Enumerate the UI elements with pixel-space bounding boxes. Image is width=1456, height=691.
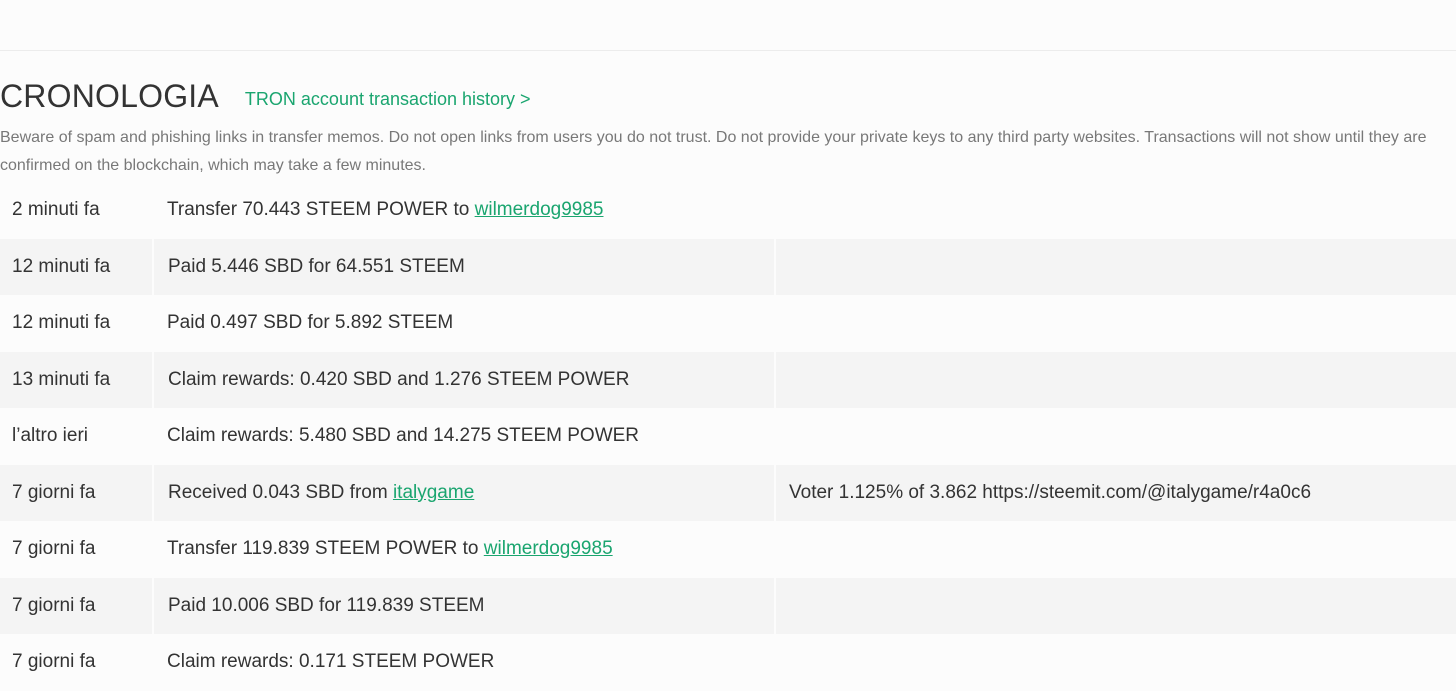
- row-description-text: Paid 0.497 SBD for 5.892 STEEM: [167, 312, 454, 334]
- table-row: 12 minuti fa Paid 5.446 SBD for 64.551 S…: [0, 238, 1456, 295]
- row-time: 12 minuti fa: [12, 312, 111, 334]
- row-time: 7 giorni fa: [0, 577, 153, 634]
- row-memo: [774, 351, 1456, 408]
- row-description-text: Received 0.043 SBD from: [168, 481, 393, 503]
- row-time: 12 minuti fa: [0, 238, 153, 295]
- row-description: Transfer 70.443 STEEM POWER to wilmerdog…: [153, 182, 775, 239]
- row-time: 7 giorni fa: [12, 538, 96, 560]
- table-row: 7 giorni fa Paid 10.006 SBD for 119.839 …: [0, 577, 1456, 634]
- row-time: 13 minuti fa: [0, 351, 153, 408]
- row-description: Paid 5.446 SBD for 64.551 STEEM: [152, 238, 775, 295]
- row-description: Claim rewards: 0.420 SBD and 1.276 STEEM…: [152, 351, 775, 408]
- row-description-text: Transfer 70.443 STEEM POWER to: [167, 199, 475, 221]
- row-memo: [775, 408, 1456, 465]
- row-description-text: Claim rewards: 0.420 SBD and 1.276 STEEM…: [168, 368, 630, 390]
- row-description-text: Paid 5.446 SBD for 64.551 STEEM: [168, 255, 465, 277]
- row-description-text: Paid 10.006 SBD for 119.839 STEEM: [168, 594, 485, 616]
- transaction-history-table: 2 minuti fa Transfer 70.443 STEEM POWER …: [0, 182, 1456, 691]
- row-description-text: Transfer 119.839 STEEM POWER to: [167, 538, 484, 560]
- history-header: CRONOLOGIA TRON account transaction hist…: [0, 76, 531, 116]
- table-row: 12 minuti fa Paid 0.497 SBD for 5.892 ST…: [0, 295, 1456, 352]
- row-memo: [775, 521, 1456, 578]
- table-row: l’altro ieri Claim rewards: 5.480 SBD an…: [0, 408, 1456, 465]
- row-time: 2 minuti fa: [12, 199, 100, 221]
- row-description: Claim rewards: 5.480 SBD and 14.275 STEE…: [153, 408, 775, 465]
- row-time: 7 giorni fa: [0, 464, 153, 521]
- row-memo: [775, 295, 1456, 352]
- row-description: Paid 0.497 SBD for 5.892 STEEM: [153, 295, 775, 352]
- row-memo: [774, 238, 1456, 295]
- row-description: Paid 10.006 SBD for 119.839 STEEM: [152, 577, 775, 634]
- row-memo: [774, 577, 1456, 634]
- table-row: 7 giorni fa Claim rewards: 0.171 STEEM P…: [0, 634, 1456, 691]
- page-title: CRONOLOGIA: [0, 77, 219, 114]
- account-link[interactable]: wilmerdog9985: [475, 199, 604, 220]
- row-memo: [775, 634, 1456, 691]
- table-row: 13 minuti fa Claim rewards: 0.420 SBD an…: [0, 351, 1456, 408]
- table-row: 7 giorni fa Transfer 119.839 STEEM POWER…: [0, 521, 1456, 578]
- row-memo: [775, 182, 1456, 239]
- top-header-bar: [0, 0, 1456, 51]
- table-row: 2 minuti fa Transfer 70.443 STEEM POWER …: [0, 182, 1456, 239]
- row-description: Claim rewards: 0.171 STEEM POWER: [153, 634, 775, 691]
- security-notice: Beware of spam and phishing links in tra…: [0, 129, 1427, 174]
- tron-history-link[interactable]: TRON account transaction history >: [245, 89, 531, 110]
- account-link[interactable]: wilmerdog9985: [484, 538, 613, 559]
- account-link[interactable]: italygame: [393, 482, 474, 503]
- row-description: Received 0.043 SBD from italygame: [152, 464, 775, 521]
- row-description: Transfer 119.839 STEEM POWER to wilmerdo…: [153, 521, 775, 578]
- row-memo: Voter 1.125% of 3.862 https://steemit.co…: [774, 464, 1456, 521]
- row-time: 7 giorni fa: [12, 651, 96, 673]
- row-description-text: Claim rewards: 0.171 STEEM POWER: [167, 651, 495, 673]
- row-description-text: Claim rewards: 5.480 SBD and 14.275 STEE…: [167, 425, 640, 447]
- row-time: l’altro ieri: [12, 425, 89, 447]
- table-row: 7 giorni fa Received 0.043 SBD from ital…: [0, 464, 1456, 521]
